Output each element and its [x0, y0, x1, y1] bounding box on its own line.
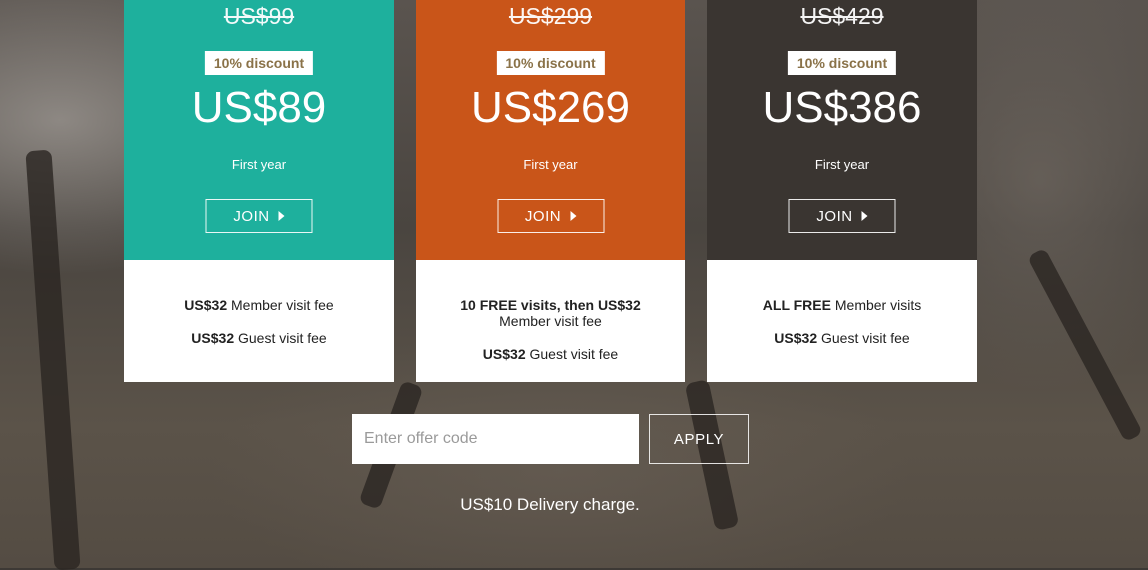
feature-text: Guest visit fee: [817, 330, 910, 346]
caret-right-icon: [278, 211, 285, 221]
discounted-price: US$89: [191, 83, 327, 132]
plan-header: US$429 10% discount US$386 First year JO…: [707, 0, 977, 260]
feature-line: US$32 Guest visit fee: [707, 330, 977, 346]
feature-text: Guest visit fee: [234, 330, 327, 346]
join-button[interactable]: JOIN: [497, 199, 604, 233]
plan-card-plus: US$299 10% discount US$269 First year JO…: [416, 0, 685, 382]
plan-features: 10 FREE visits, then US$32 Member visit …: [416, 260, 685, 382]
price-period: First year: [814, 157, 870, 172]
delivery-charge-note: US$10 Delivery charge.: [460, 495, 640, 514]
feature-bold: US$32: [184, 297, 228, 313]
feature-bold: US$32: [191, 330, 235, 346]
plan-features: US$32 Member visit fee US$32 Guest visit…: [124, 260, 394, 382]
feature-line: ALL FREE Member visits: [707, 297, 977, 313]
discount-badge: 10% discount: [496, 51, 605, 75]
discount-badge: 10% discount: [204, 51, 314, 75]
feature-line: 10 FREE visits, then US$32 Member visit …: [416, 297, 685, 329]
feature-line: US$32 Guest visit fee: [416, 346, 685, 362]
plan-features: ALL FREE Member visits US$32 Guest visit…: [707, 260, 977, 382]
plan-card-basic: US$99 10% discount US$89 First year JOIN…: [124, 0, 394, 382]
join-button[interactable]: JOIN: [788, 199, 896, 233]
plan-header: US$99 10% discount US$89 First year JOIN: [124, 0, 394, 260]
discounted-price: US$269: [470, 83, 630, 132]
feature-bold: 10 FREE visits, then US$32: [460, 297, 641, 313]
offer-code-input[interactable]: [352, 414, 639, 464]
plan-header: US$299 10% discount US$269 First year JO…: [416, 0, 685, 260]
plan-card-premium: US$429 10% discount US$386 First year JO…: [707, 0, 977, 382]
discount-badge: 10% discount: [787, 51, 897, 75]
original-price: US$429: [800, 3, 884, 29]
feature-text: Member visits: [830, 297, 922, 313]
feature-bold: ALL FREE: [762, 297, 831, 313]
feature-line: US$32 Guest visit fee: [124, 330, 394, 346]
feature-text: Member visit fee: [227, 297, 334, 313]
original-price: US$99: [223, 3, 295, 29]
join-button-label: JOIN: [816, 207, 853, 225]
apply-button[interactable]: APPLY: [649, 414, 749, 464]
feature-text: Member visit fee: [499, 313, 602, 329]
price-period: First year: [523, 157, 578, 172]
join-button-label: JOIN: [524, 207, 562, 225]
join-button[interactable]: JOIN: [205, 199, 313, 233]
discounted-price: US$386: [762, 83, 922, 132]
feature-line: US$32 Member visit fee: [124, 297, 394, 313]
feature-bold: US$32: [482, 346, 526, 362]
original-price: US$299: [508, 3, 593, 29]
price-period: First year: [231, 157, 287, 172]
feature-bold: US$32: [774, 330, 818, 346]
caret-right-icon: [570, 211, 577, 221]
apply-button-label: APPLY: [673, 430, 725, 448]
join-button-label: JOIN: [233, 207, 270, 225]
caret-right-icon: [861, 211, 868, 221]
feature-text: Guest visit fee: [525, 346, 619, 362]
